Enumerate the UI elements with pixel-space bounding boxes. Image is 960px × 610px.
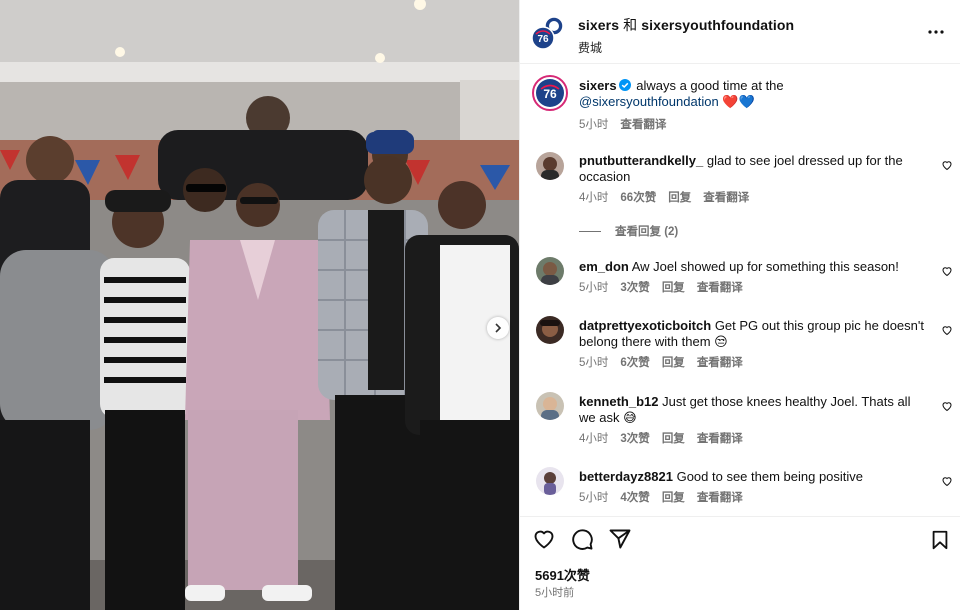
- collaborator-link[interactable]: sixersyouthfoundation: [641, 17, 794, 33]
- heart-icon[interactable]: [941, 159, 953, 171]
- replies-divider: [579, 230, 601, 232]
- comment-meta: 5小时 3次赞 回复 查看翻译: [579, 280, 924, 296]
- translate-link[interactable]: 查看翻译: [697, 490, 743, 506]
- heart-icon[interactable]: [941, 475, 953, 487]
- caption-text: always a good time at the: [636, 78, 784, 93]
- post-viewer: 76 sixers 和 sixersyouthfoundation 费城 76 …: [0, 0, 960, 610]
- avatar[interactable]: 76: [532, 75, 568, 111]
- collab-avatars[interactable]: 76: [532, 16, 566, 50]
- comment-time: 5小时: [579, 357, 609, 369]
- comment-icon[interactable]: [570, 527, 594, 551]
- translate-link[interactable]: 查看翻译: [697, 355, 743, 371]
- verified-badge-icon: [618, 79, 631, 91]
- comment-body: pnutbutterandkelly_ glad to see joel dre…: [579, 153, 924, 206]
- post-actions: 5691次赞 5小时前: [520, 516, 960, 610]
- comment-username[interactable]: betterdayz8821: [579, 469, 673, 484]
- heart-icon[interactable]: [532, 527, 556, 551]
- comment-body: datprettyexoticboitch Get PG out this gr…: [579, 318, 924, 371]
- heart-icon[interactable]: [941, 265, 953, 277]
- header-title: sixers 和 sixersyouthfoundation: [578, 15, 794, 35]
- comment-likes[interactable]: 4次赞: [620, 490, 649, 506]
- comment-time: 4小时: [579, 433, 609, 445]
- joiner-text: 和: [623, 17, 638, 33]
- translate-link[interactable]: 查看翻译: [697, 280, 743, 296]
- caption-mention[interactable]: @sixersyouthfoundation: [579, 94, 719, 109]
- translate-link[interactable]: 查看翻译: [697, 431, 743, 447]
- avatar[interactable]: [536, 152, 564, 180]
- translate-link[interactable]: 查看翻译: [703, 190, 749, 206]
- caption-meta: 5小时 查看翻译: [579, 117, 924, 133]
- likes-count[interactable]: 5691次赞: [535, 565, 590, 584]
- comment-username[interactable]: kenneth_b12: [579, 394, 658, 409]
- post-sidebar: 76 sixers 和 sixersyouthfoundation 费城 76 …: [519, 0, 960, 610]
- action-icons: [532, 527, 632, 551]
- account-link[interactable]: sixers: [578, 17, 619, 33]
- caption-translate-link[interactable]: 查看翻译: [620, 117, 666, 133]
- post-photo[interactable]: [0, 0, 519, 610]
- comment-meta: 4小时 66次赞 回复 查看翻译: [579, 190, 924, 206]
- comment-likes[interactable]: 3次赞: [620, 431, 649, 447]
- view-replies-button[interactable]: 查看回复 (2): [579, 223, 678, 239]
- caption-time: 5小时: [579, 119, 609, 131]
- comment-likes[interactable]: 3次赞: [620, 280, 649, 296]
- comment-time: 4小时: [579, 192, 609, 204]
- reply-button[interactable]: 回复: [662, 490, 685, 506]
- caption-username[interactable]: sixers: [579, 78, 617, 93]
- reply-button[interactable]: 回复: [668, 190, 691, 206]
- reply-button[interactable]: 回复: [662, 355, 685, 371]
- group-photo-image: [0, 0, 519, 610]
- comment-text: Aw Joel showed up for something this sea…: [631, 259, 899, 274]
- heart-icon[interactable]: [941, 400, 953, 412]
- bookmark-icon[interactable]: [929, 529, 951, 551]
- post-header: 76 sixers 和 sixersyouthfoundation 费城: [520, 0, 960, 64]
- avatar[interactable]: [536, 316, 564, 344]
- comment-time: 5小时: [579, 282, 609, 294]
- reply-button[interactable]: 回复: [662, 280, 685, 296]
- caption-body: sixers always a good time at the @sixers…: [579, 78, 924, 133]
- avatar[interactable]: [536, 257, 564, 285]
- comment-likes[interactable]: 6次赞: [620, 355, 649, 371]
- avatar[interactable]: [536, 392, 564, 420]
- next-arrow-icon: [495, 323, 502, 333]
- comment-body: kenneth_b12 Just get those knees healthy…: [579, 394, 924, 447]
- avatar[interactable]: [536, 467, 564, 495]
- reply-button[interactable]: 回复: [662, 431, 685, 447]
- comment-username[interactable]: em_don: [579, 259, 629, 274]
- svg-text:76: 76: [543, 87, 557, 101]
- more-icon: [928, 30, 944, 34]
- comment-time: 5小时: [579, 492, 609, 504]
- comment-likes[interactable]: 66次赞: [620, 190, 656, 206]
- comment-body: betterdayz8821 Good to see them being po…: [579, 469, 924, 506]
- view-replies-label: 查看回复 (2): [615, 226, 679, 238]
- comments-list[interactable]: 76 sixers always a good time at the @six…: [520, 65, 960, 517]
- share-icon[interactable]: [608, 527, 632, 551]
- comment-meta: 5小时 6次赞 回复 查看翻译: [579, 355, 924, 371]
- location-link[interactable]: 费城: [578, 39, 794, 56]
- comment-text: Good to see them being positive: [676, 469, 864, 484]
- more-options-button[interactable]: [926, 22, 946, 42]
- post-time: 5小时前: [535, 587, 575, 599]
- caption-emoji: ❤️💙: [722, 94, 755, 109]
- next-photo-button[interactable]: [487, 317, 509, 339]
- heart-icon[interactable]: [941, 324, 953, 336]
- comment-username[interactable]: datprettyexoticboitch: [579, 318, 711, 333]
- comment-username[interactable]: pnutbutterandkelly_: [579, 153, 703, 168]
- comment-meta: 4小时 3次赞 回复 查看翻译: [579, 431, 924, 447]
- svg-text:76: 76: [537, 34, 549, 45]
- header-text: sixers 和 sixersyouthfoundation 费城: [578, 15, 794, 56]
- comment-meta: 5小时 4次赞 回复 查看翻译: [579, 490, 924, 506]
- comment-body: em_don Aw Joel showed up for something t…: [579, 259, 924, 296]
